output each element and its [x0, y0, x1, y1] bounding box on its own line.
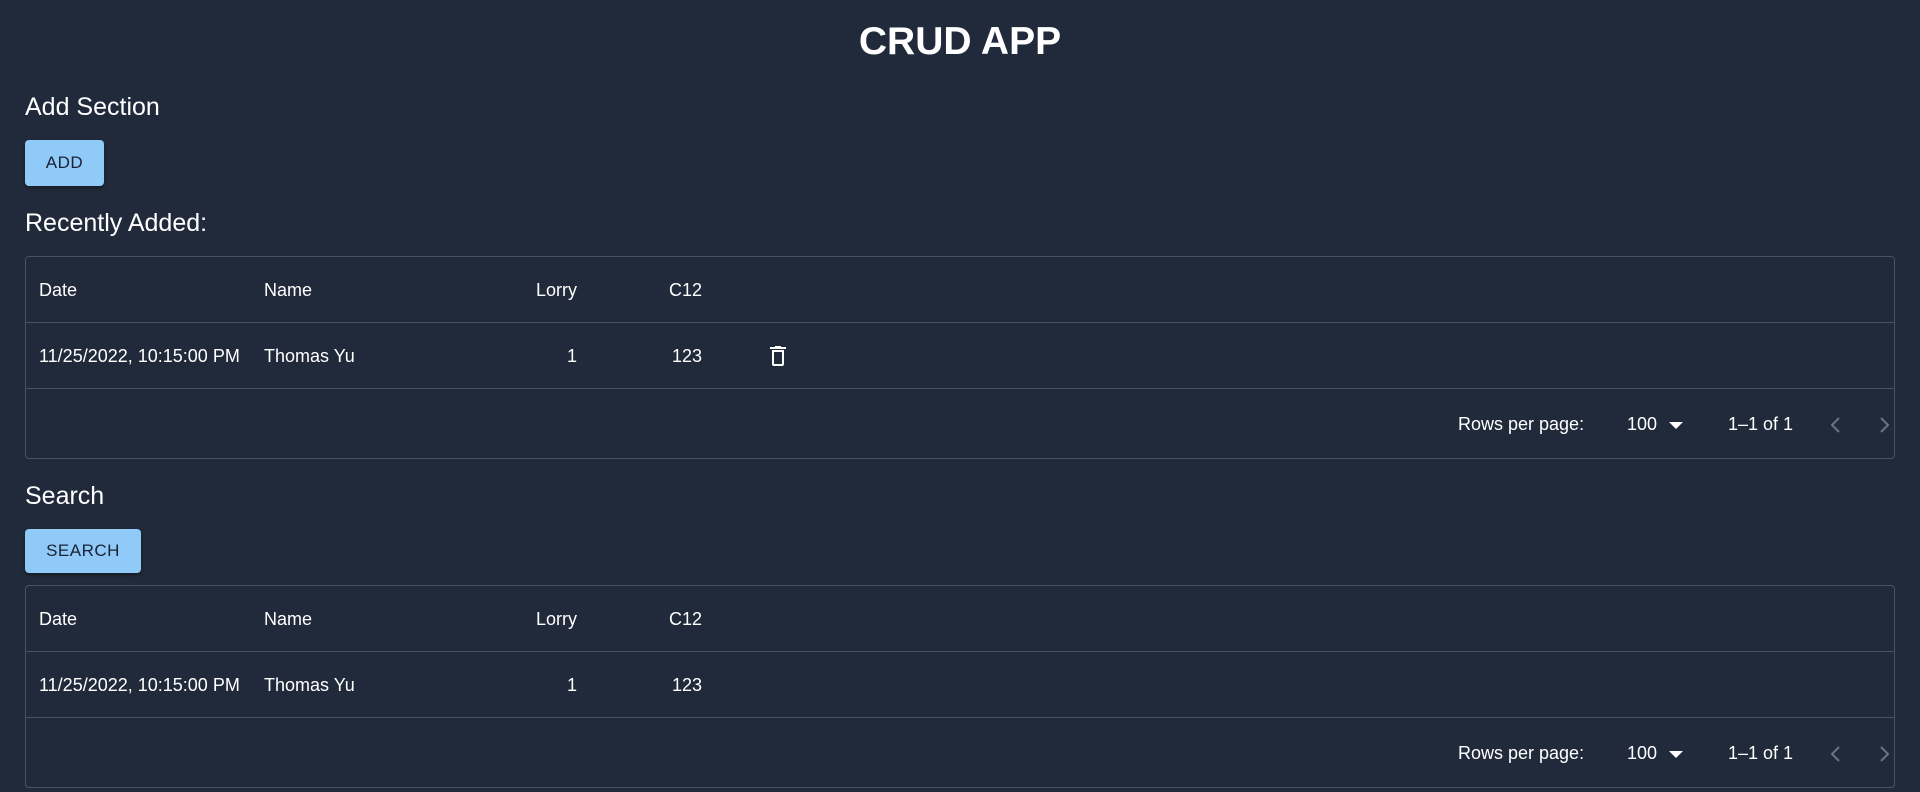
- cell-date: 11/25/2022, 10:15:00 PM: [39, 346, 240, 366]
- column-header-lorry[interactable]: Lorry: [416, 586, 577, 652]
- table-row[interactable]: 11/25/2022, 10:15:00 PM Thomas Yu 1 123: [26, 652, 1894, 718]
- add-section-heading: Add Section: [25, 93, 160, 121]
- rows-per-page-label: Rows per page:: [1458, 743, 1585, 763]
- cell-c12: 123: [671, 675, 702, 695]
- table-row[interactable]: 11/25/2022, 10:15:00 PM Thomas Yu 1 123: [26, 323, 1894, 389]
- cell-name: Thomas Yu: [264, 675, 355, 695]
- column-header-date[interactable]: Date: [39, 586, 77, 652]
- cell-lorry: 1: [566, 675, 577, 695]
- caret-down-icon: [1669, 422, 1683, 429]
- column-header-name[interactable]: Name: [264, 257, 312, 323]
- chevron-left-icon: [1830, 746, 1840, 762]
- previous-page-button[interactable]: [1818, 408, 1852, 442]
- next-page-button[interactable]: [1868, 408, 1902, 442]
- cell-date: 11/25/2022, 10:15:00 PM: [39, 675, 240, 695]
- add-button[interactable]: ADD: [25, 140, 104, 186]
- page-range-info: 1–1 of 1: [1728, 414, 1794, 434]
- page-range-info: 1–1 of 1: [1728, 743, 1794, 763]
- column-header-name[interactable]: Name: [264, 586, 312, 652]
- previous-page-button[interactable]: [1818, 737, 1852, 771]
- pagination-footer: Rows per page: 100 1–1 of 1: [26, 391, 1894, 458]
- chevron-right-icon: [1880, 746, 1890, 762]
- delete-button[interactable]: [761, 323, 795, 389]
- caret-down-icon: [1669, 751, 1683, 758]
- column-header-c12[interactable]: C12: [566, 257, 702, 323]
- rows-per-page-value: 100: [1627, 414, 1658, 434]
- grid-header-row: Date Name Lorry C12: [26, 586, 1894, 652]
- grid-header-row: Date Name Lorry C12: [26, 257, 1894, 323]
- recent-data-grid: Date Name Lorry C12 11/25/2022, 10:15:00…: [25, 256, 1895, 459]
- rows-per-page-label: Rows per page:: [1458, 414, 1585, 434]
- cell-lorry: 1: [566, 346, 577, 366]
- search-button[interactable]: SEARCH: [25, 529, 141, 573]
- delete-icon: [770, 346, 786, 366]
- pagination-footer: Rows per page: 100 1–1 of 1: [26, 720, 1894, 787]
- column-header-date[interactable]: Date: [39, 257, 77, 323]
- search-data-grid: Date Name Lorry C12 11/25/2022, 10:15:00…: [25, 585, 1895, 788]
- next-page-button[interactable]: [1868, 737, 1902, 771]
- page-title: CRUD APP: [858, 20, 1062, 63]
- rows-per-page-value: 100: [1627, 743, 1658, 763]
- column-header-lorry[interactable]: Lorry: [416, 257, 577, 323]
- cell-name: Thomas Yu: [264, 346, 355, 366]
- search-heading: Search: [25, 482, 105, 510]
- recently-added-heading: Recently Added:: [25, 209, 208, 237]
- chevron-left-icon: [1830, 417, 1840, 433]
- column-header-c12[interactable]: C12: [566, 586, 702, 652]
- chevron-right-icon: [1880, 417, 1890, 433]
- cell-c12: 123: [671, 346, 702, 366]
